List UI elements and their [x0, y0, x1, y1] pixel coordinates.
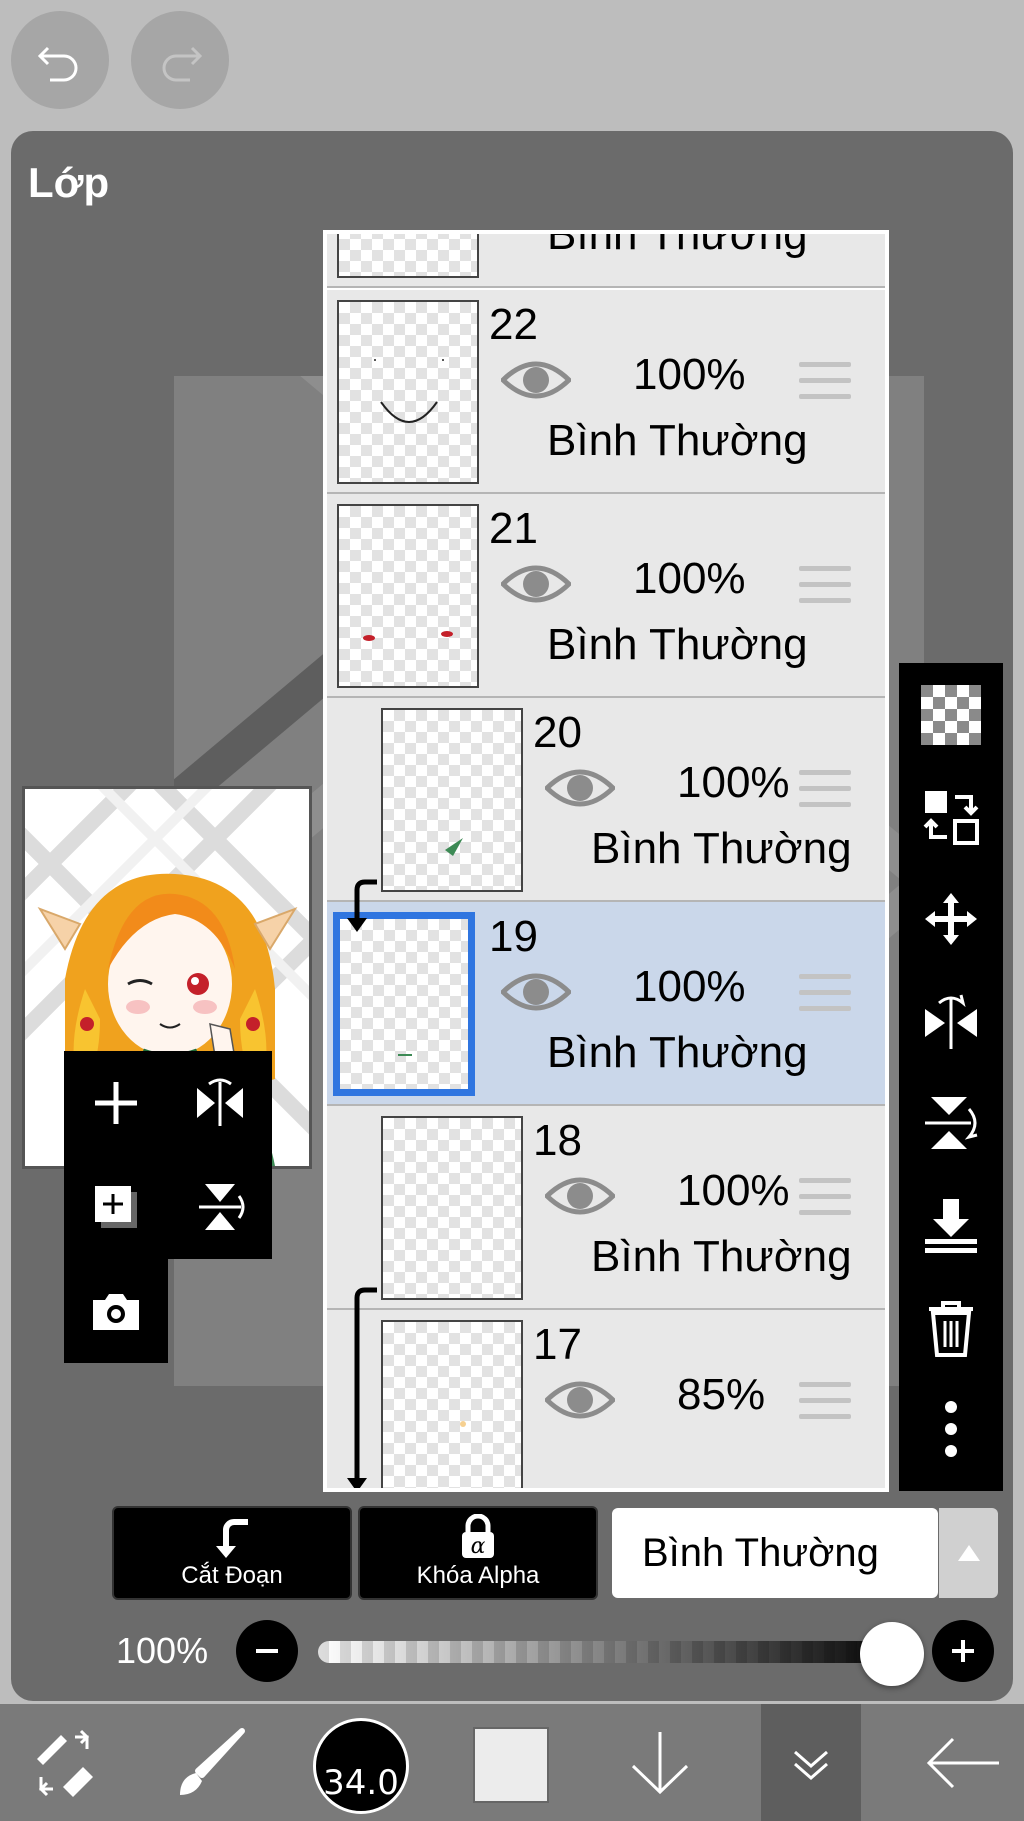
opacity-decrease-button[interactable]: [236, 1620, 298, 1682]
blend-mode-dropdown-button[interactable]: [939, 1508, 998, 1598]
layer-blend-mode: Bình Thường: [591, 824, 852, 873]
layer-row[interactable]: 17 85%: [327, 1310, 885, 1488]
layer-opacity: 100%: [677, 758, 790, 807]
double-chevron-down-icon: [794, 1750, 828, 1780]
visibility-eye-icon[interactable]: [545, 1374, 615, 1426]
alpha-lock-label: Khóa Alpha: [416, 1562, 540, 1589]
drag-handle-icon[interactable]: [799, 566, 851, 610]
layer-thumbnail: [381, 708, 523, 892]
layer-opacity: 100%: [633, 554, 746, 603]
merge-down-button[interactable]: [921, 1195, 981, 1255]
minus-icon: [256, 1649, 278, 1653]
move-button[interactable]: [921, 889, 981, 949]
clipping-label: Cắt Đoạn: [181, 1562, 283, 1589]
color-picker-button[interactable]: [473, 1727, 549, 1803]
visibility-eye-icon[interactable]: [501, 966, 571, 1018]
layer-list[interactable]: Bình Thường 22 100% Bình Thường 21 100% Bình T…: [323, 230, 889, 1492]
transparency-button[interactable]: [921, 685, 981, 745]
add-layer-icon: [95, 1082, 137, 1124]
right-toolbox: [899, 663, 1003, 1491]
layer-name: 20: [533, 708, 582, 757]
layer-opacity: 100%: [677, 1166, 790, 1215]
redo-button[interactable]: [131, 11, 229, 109]
triangle-up-icon: [957, 1545, 980, 1561]
back-button[interactable]: [918, 1704, 1008, 1821]
layer-blend-mode: Bình Thường: [547, 620, 808, 669]
arrow-left-icon: [926, 1737, 999, 1788]
layer-row[interactable]: Bình Thường: [327, 230, 885, 288]
layer-blend-mode: Bình Thường: [547, 416, 808, 465]
more-button[interactable]: [921, 1399, 981, 1459]
svg-text:α: α: [471, 1534, 486, 1559]
camera-icon: [93, 1294, 139, 1330]
layer-name: 22: [489, 300, 538, 349]
visibility-eye-icon[interactable]: [545, 762, 615, 814]
blend-mode-select[interactable]: Bình Thường: [612, 1508, 938, 1598]
swap-layer-button[interactable]: [921, 787, 981, 847]
layer-thumbnail: [381, 1116, 523, 1300]
undo-icon: [37, 46, 78, 82]
flip-vertical-icon: [199, 1184, 245, 1230]
drag-handle-icon[interactable]: [799, 1178, 851, 1222]
scroll-down-button[interactable]: [620, 1704, 700, 1821]
layer-row[interactable]: 19 100% Bình Thường: [327, 902, 885, 1106]
layer-opacity: 100%: [633, 350, 746, 399]
layer-name: 17: [533, 1320, 582, 1369]
layer-name: 21: [489, 504, 538, 553]
brush-size-value: 34.0: [323, 1763, 399, 1803]
layer-thumbnail: [381, 1320, 523, 1488]
layer-row[interactable]: 22 100% Bình Thường: [327, 290, 885, 494]
visibility-eye-icon[interactable]: [545, 1170, 615, 1222]
flip-layer-vertical-button[interactable]: [168, 1155, 272, 1259]
layer-blend-mode: Bình Thường: [547, 1028, 808, 1077]
flip-vertical-button[interactable]: [921, 1093, 981, 1153]
layer-opacity: 100%: [633, 962, 746, 1011]
brush-eraser-switch-icon: [37, 1729, 93, 1797]
layer-blend-mode: Bình Thường: [547, 230, 808, 259]
opacity-slider-thumb[interactable]: [860, 1622, 924, 1686]
layers-toggle-button[interactable]: [761, 1704, 861, 1821]
clip-arrow-icon: [216, 1519, 248, 1558]
add-copy-layer-button[interactable]: [64, 1155, 168, 1259]
layer-row[interactable]: 18 100% Bình Thường: [327, 1106, 885, 1310]
undo-button[interactable]: [11, 11, 109, 109]
layer-blend-mode: Bình Thường: [591, 1232, 852, 1281]
drag-handle-icon[interactable]: [799, 362, 851, 406]
flip-horizontal-icon: [197, 1078, 243, 1126]
add-copy-layer-icon: [95, 1186, 137, 1228]
brush-tool-button[interactable]: [165, 1704, 255, 1821]
opacity-increase-button[interactable]: [932, 1620, 994, 1682]
tool-switch-button[interactable]: [20, 1704, 110, 1821]
opacity-value: 100%: [116, 1630, 209, 1671]
drag-handle-icon[interactable]: [799, 770, 851, 814]
bottom-toolbar: 34.0: [0, 1704, 1024, 1821]
clipping-indicator: [347, 879, 377, 1488]
drag-handle-icon[interactable]: [799, 1382, 851, 1426]
clipping-button[interactable]: Cắt Đoạn: [112, 1506, 352, 1600]
opacity-slider-track[interactable]: [318, 1641, 908, 1663]
brush-icon: [180, 1727, 245, 1795]
layer-row[interactable]: 20 100% Bình Thường: [327, 698, 885, 902]
lock-icon: α: [462, 1514, 494, 1559]
layer-opacity: 85%: [677, 1370, 766, 1419]
visibility-eye-icon[interactable]: [501, 354, 571, 406]
delete-layer-button[interactable]: [921, 1297, 981, 1357]
redo-icon: [162, 46, 203, 82]
add-layer-button[interactable]: [64, 1051, 168, 1155]
arrow-down-icon: [631, 1731, 689, 1794]
camera-button[interactable]: [64, 1259, 168, 1363]
panel-title: Lớp: [28, 159, 110, 206]
layer-name: 18: [533, 1116, 582, 1165]
layer-row[interactable]: 21 100% Bình Thường: [327, 494, 885, 698]
alpha-lock-button[interactable]: α Khóa Alpha: [358, 1506, 598, 1600]
layer-name: 19: [489, 912, 538, 961]
visibility-eye-icon[interactable]: [501, 558, 571, 610]
brush-size-button[interactable]: 34.0: [313, 1718, 409, 1814]
flip-horizontal-button[interactable]: [921, 991, 981, 1051]
flip-layer-horizontal-button[interactable]: [168, 1051, 272, 1155]
drag-handle-icon[interactable]: [799, 974, 851, 1018]
plus-icon: [952, 1640, 974, 1662]
